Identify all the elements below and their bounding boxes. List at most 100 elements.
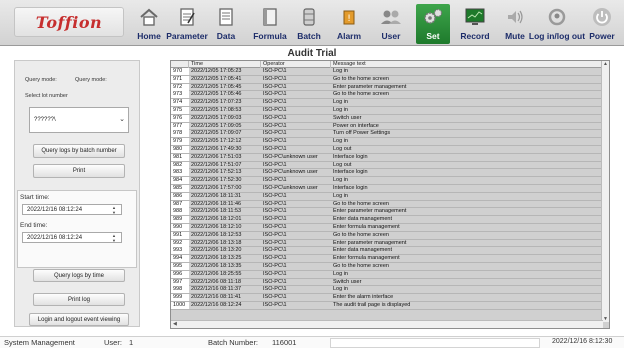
toolbar-data-button[interactable]: Data [214,4,238,44]
toolbar-parameter-button[interactable]: Parameter [166,4,208,44]
row-time: 2022/12/05 17:12:12 [191,138,242,145]
spinner-icon[interactable]: ▲ ▼ [112,205,119,215]
table-row[interactable]: 990 2022/12/06 18:12:10 ISO-PC\1 Enter form… [171,223,603,232]
table-row[interactable]: 998 2022/12/16 08:11:37 ISO-PC\1 Log in [171,286,603,295]
brand-logo: Toffion [14,7,124,37]
table-row[interactable]: 980 2022/12/06 17:49:30 ISO-PC\1 Log out [171,145,603,154]
row-time: 2022/12/06 18:13:25 [191,255,242,262]
table-row[interactable]: 978 2022/12/05 17:09:07 ISO-PC\1 Turn off P… [171,130,603,139]
table-row[interactable]: 992 2022/12/06 18:13:18 ISO-PC\1 Enter para… [171,239,603,248]
table-row[interactable]: 976 2022/12/05 17:09:03 ISO-PC\1 Switch use… [171,114,603,123]
table-row[interactable]: 999 2022/12/16 08:11:41 ISO-PC\1 Enter the … [171,294,603,302]
table-row[interactable]: 987 2022/12/06 18:11:46 ISO-PC\1 Go to the … [171,200,603,209]
row-operator: ISO-PC\unknown user [263,184,318,191]
table-row[interactable]: 977 2022/12/05 17:09:05 ISO-PC\1 Power on i… [171,122,603,131]
book-icon [257,4,283,30]
start-time-input[interactable]: 2022/12/16 08:12:24 ▲ ▼ [22,204,122,215]
horizontal-scrollbar[interactable]: ◀ [171,320,603,328]
top-toolbar: Toffion Home Parameter Data Formula Batc… [0,0,624,46]
clipboard-icon [174,4,200,30]
column-header-message[interactable]: Message text [331,61,603,68]
vertical-scrollbar[interactable]: ▲ ▼ [601,61,609,322]
table-row[interactable]: 994 2022/12/06 18:13:25 ISO-PC\1 Enter form… [171,255,603,263]
warning-light-icon: ! [336,4,362,30]
toolbar-alarm-button[interactable]: ! Alarm [336,4,362,44]
row-index: 997 [171,278,189,286]
toolbar-record-button[interactable]: Record [458,4,492,44]
row-operator: ISO-PC\1 [263,75,287,82]
toolbar-label: Mute [505,31,525,41]
toolbar-label: Power [589,31,615,41]
row-time: 2022/12/05 17:09:05 [191,122,242,129]
table-row[interactable]: 988 2022/12/06 18:11:53 ISO-PC\1 Enter para… [171,208,603,217]
row-message: Log in [333,270,348,277]
toolbar-mute-button[interactable]: Mute [504,4,526,44]
end-time-input[interactable]: 2022/12/16 08:12:24 ▲ ▼ [22,232,122,243]
table-row[interactable]: 971 2022/12/05 17:05:41 ISO-PC\1 Go to the … [171,75,603,84]
table-row[interactable]: 973 2022/12/05 17:05:46 ISO-PC\1 Go to the … [171,91,603,100]
table-row[interactable]: 989 2022/12/06 18:12:01 ISO-PC\1 Enter data… [171,216,603,224]
query-by-time-button[interactable]: Query logs by time [33,269,125,282]
query-mode-label: Query mode: [25,77,57,83]
row-index: 998 [171,286,189,294]
row-message: Switch user [333,114,362,121]
query-by-batch-button[interactable]: Query logs by batch number [33,144,125,158]
table-row[interactable]: 981 2022/12/06 17:51:03 ISO-PC\unknown use… [171,153,603,162]
table-row[interactable]: 996 2022/12/06 18:25:55 ISO-PC\1 Log in [171,270,603,279]
row-message: Enter parameter management [333,83,407,90]
scroll-up-icon[interactable]: ▲ [603,61,608,67]
row-message: Enter data management [333,247,393,254]
table-row[interactable]: 995 2022/12/06 18:13:35 ISO-PC\1 Go to the … [171,262,603,271]
row-time: 2022/12/06 18:12:10 [191,223,242,230]
row-index: 987 [171,200,189,208]
table-row[interactable]: 985 2022/12/06 17:57:00 ISO-PC\unknown use… [171,184,603,193]
row-message: Go to the home screen [333,75,389,82]
toolbar-label: Alarm [336,31,362,41]
login-logout-events-button[interactable]: Login and logout event viewing [29,313,129,326]
row-message: Interface login [333,184,368,191]
row-index: 976 [171,114,189,122]
toolbar-user-button[interactable]: User [378,4,404,44]
table-row[interactable]: 972 2022/12/05 17:05:45 ISO-PC\1 Enter para… [171,83,603,92]
table-row[interactable]: 984 2022/12/06 17:52:30 ISO-PC\1 Log in [171,177,603,185]
toolbar-label: Set [426,31,440,41]
row-index: 993 [171,247,189,255]
row-time: 2022/12/06 17:51:03 [191,153,242,160]
toolbar-formula-button[interactable]: Formula [252,4,288,44]
table-row[interactable]: 983 2022/12/06 17:52:13 ISO-PC\unknown use… [171,169,603,178]
table-row[interactable]: 1000 2022/12/16 08:12:24 ISO-PC\1 The audit… [171,301,603,310]
row-message: Log in [333,177,348,184]
row-operator: ISO-PC\1 [263,278,287,285]
column-header-operator[interactable]: Operator [261,61,331,68]
print-log-button[interactable]: Print log [33,293,125,306]
toolbar-login-logout-button[interactable]: Log in/log out [529,4,585,44]
scroll-left-icon[interactable]: ◀ [173,321,177,327]
toolbar-batch-button[interactable]: Batch [296,4,322,44]
table-row[interactable]: 974 2022/12/05 17:07:23 ISO-PC\1 Log in [171,99,603,107]
row-operator: ISO-PC\1 [263,130,287,137]
row-time: 2022/12/06 18:11:31 [191,192,242,199]
table-row[interactable]: 991 2022/12/06 18:12:53 ISO-PC\1 Go to the … [171,231,603,240]
scroll-down-icon[interactable]: ▼ [603,316,608,322]
lot-number-select[interactable]: ??????\ ⌄ [29,107,129,133]
toolbar-power-button[interactable]: Power [588,4,616,44]
table-row[interactable]: 975 2022/12/05 17:08:53 ISO-PC\1 Log in [171,106,603,115]
row-time: 2022/12/06 18:11:46 [191,200,242,207]
table-row[interactable]: 970 2022/12/05 17:05:23 ISO-PC\1 Log in [171,68,603,76]
row-message: Interface login [333,153,368,160]
table-row[interactable]: 993 2022/12/06 18:13:20 ISO-PC\1 Enter data… [171,247,603,256]
table-header: Time Operator Message text [171,61,603,68]
toolbar-set-button[interactable]: Set [416,4,450,44]
column-header-time[interactable]: Time [189,61,261,68]
toolbar-label: Home [137,31,161,41]
table-row[interactable]: 997 2022/12/06 08:11:18 ISO-PC\1 Switch use… [171,278,603,287]
row-index: 975 [171,106,189,114]
toolbar-home-button[interactable]: Home [136,4,162,44]
table-row[interactable]: 986 2022/12/06 18:11:31 ISO-PC\1 Log in [171,192,603,201]
table-row[interactable]: 979 2022/12/05 17:12:12 ISO-PC\1 Log in [171,138,603,146]
print-button[interactable]: Print [33,164,125,178]
users-icon [378,4,404,30]
row-time: 2022/12/05 17:08:53 [191,106,242,113]
table-row[interactable]: 982 2022/12/06 17:51:07 ISO-PC\1 Log out [171,161,603,170]
spinner-icon[interactable]: ▲ ▼ [112,233,119,243]
